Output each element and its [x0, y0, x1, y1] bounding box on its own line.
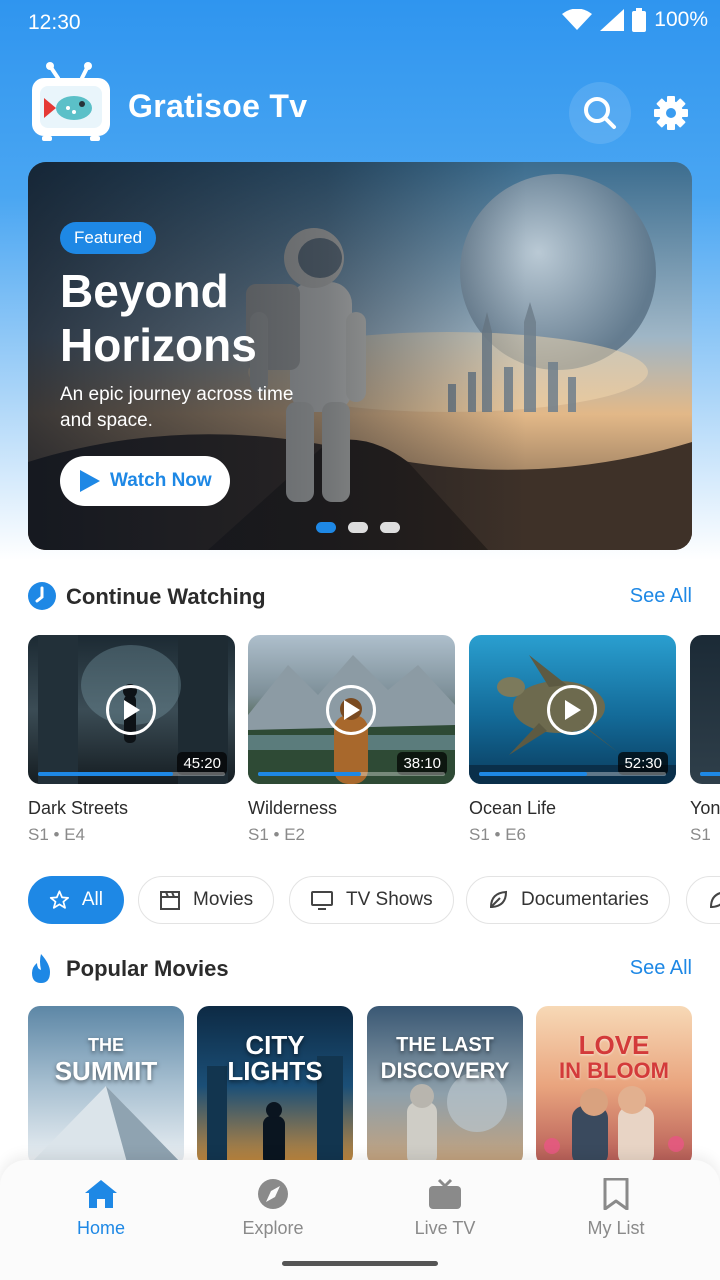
chip-label: TV Shows [346, 889, 433, 910]
hero-description: An epic journey across time and space. [60, 384, 294, 431]
status-bar: 12:30 100% [0, 0, 720, 46]
section-title: Popular Movies [66, 956, 229, 981]
progress-bar [258, 772, 445, 776]
see-all-link[interactable]: See All [630, 585, 692, 608]
progress-bar [38, 772, 225, 776]
progress-bar [700, 772, 720, 776]
thumbnail: 45:20 [28, 635, 235, 784]
app-logo[interactable] [30, 60, 112, 142]
thumbnail: 38:10 [248, 635, 455, 784]
battery-icon [632, 8, 647, 32]
nav-label: Home [76, 1218, 125, 1238]
clock-icon [28, 582, 56, 610]
leaf-icon [489, 890, 508, 908]
poster-image [28, 1086, 184, 1166]
compass-icon [258, 1179, 288, 1209]
carousel-dot[interactable] [380, 522, 400, 533]
progress-bar [479, 772, 666, 776]
nav-label: My List [587, 1218, 645, 1238]
continue-watching-header: Continue Watching See All [28, 580, 692, 616]
poster-title: THE LAST DISCOVERY [380, 1034, 510, 1083]
episode-label: S1 • E4 [28, 825, 85, 844]
chip-movies[interactable]: Movies [138, 876, 275, 924]
continue-watching-card[interactable]: 45:20 Dark Streets S1 • E4 [28, 635, 235, 845]
app-title: Gratisoe Tv [128, 88, 308, 124]
star-icon [49, 890, 70, 909]
show-title: Dark Streets [28, 798, 129, 818]
chip-all[interactable]: All [28, 876, 124, 924]
poster-title: THE SUMMIT [54, 1035, 158, 1086]
play-icon [124, 700, 140, 720]
chip-documentaries[interactable]: Documentaries [466, 876, 670, 924]
play-icon [80, 470, 100, 492]
home-icon [85, 1180, 117, 1208]
nav-my-list[interactable]: My List [556, 1178, 676, 1239]
tv-icon [311, 891, 333, 910]
show-title: Yon [690, 798, 720, 818]
gear-icon [654, 96, 688, 130]
continue-watching-list[interactable]: 45:20 Dark Streets S1 • E4 38:10 Wildern… [28, 635, 720, 850]
clapperboard-icon [160, 891, 180, 910]
poster-image [407, 1072, 507, 1166]
chip-label: Movies [193, 889, 254, 910]
tv-icon [429, 1178, 461, 1209]
carousel-dot[interactable] [316, 522, 336, 533]
battery-level: 100% [654, 8, 708, 31]
chip-more[interactable] [686, 876, 720, 924]
play-button[interactable] [547, 685, 597, 735]
nav-explore[interactable]: Explore [213, 1178, 333, 1239]
nav-label: Explore [242, 1218, 304, 1238]
episode-label: S1 [690, 825, 711, 844]
continue-watching-card[interactable]: 38:10 Wilderness S1 • E2 [248, 635, 455, 845]
wifi-icon [562, 9, 593, 30]
category-filter: All Movies TV Shows Documentaries [28, 876, 720, 926]
episode-label: S1 • E2 [248, 825, 305, 844]
bookmark-icon [603, 1178, 629, 1210]
settings-button[interactable] [640, 82, 702, 144]
nav-live-tv[interactable]: Live TV [385, 1178, 505, 1239]
hero-title: Beyond Horizons [60, 265, 257, 371]
search-button[interactable] [569, 82, 631, 144]
show-title: Ocean Life [469, 798, 557, 818]
chip-tv-shows[interactable]: TV Shows [289, 876, 454, 924]
movie-poster[interactable]: LOVE IN BLOOM [536, 1006, 692, 1166]
status-time: 12:30 [28, 11, 81, 34]
episode-label: S1 • E6 [469, 825, 526, 844]
section-title: Continue Watching [66, 584, 266, 609]
thumbnail [690, 635, 720, 784]
movie-poster[interactable]: THE SUMMIT [28, 1006, 184, 1166]
carousel-dot[interactable] [348, 522, 368, 533]
chip-label: Documentaries [521, 889, 649, 910]
poster-title: LOVE IN BLOOM [559, 1030, 669, 1083]
play-button[interactable] [326, 685, 376, 735]
leaf-icon [709, 892, 720, 908]
popular-movies-header: Popular Movies See All [28, 952, 692, 988]
movie-poster[interactable]: CITY LIGHTS [197, 1006, 353, 1166]
home-indicator[interactable] [282, 1261, 438, 1266]
poster-title: CITY LIGHTS [227, 1030, 323, 1086]
play-button[interactable] [106, 685, 156, 735]
thumbnail: 52:30 [469, 635, 676, 784]
flame-icon [32, 954, 50, 983]
featured-hero-banner[interactable]: Featured Beyond Horizons An epic journey… [28, 162, 692, 550]
popular-movies-list[interactable]: THE SUMMIT CITY LIGHTS THE LAST DISCOVER… [28, 1006, 720, 1166]
show-title: Wilderness [248, 798, 338, 818]
nav-label: Live TV [414, 1218, 476, 1238]
continue-watching-card[interactable]: Yon S1 [690, 635, 720, 845]
play-icon [344, 700, 360, 720]
signal-icon [600, 9, 625, 31]
search-icon [584, 97, 616, 129]
chip-label: All [81, 889, 103, 910]
nav-home[interactable]: Home [41, 1178, 161, 1239]
movie-poster[interactable]: THE LAST DISCOVERY [367, 1006, 523, 1166]
play-icon [565, 700, 581, 720]
app-header: Gratisoe Tv [0, 58, 720, 154]
status-indicators: 100% [562, 8, 708, 32]
featured-badge: Featured [60, 222, 157, 254]
continue-watching-card[interactable]: 52:30 Ocean Life S1 • E6 [469, 635, 676, 845]
carousel-indicator [316, 522, 400, 533]
watch-now-button[interactable]: Watch Now [60, 456, 230, 506]
see-all-link[interactable]: See All [630, 957, 692, 980]
watch-now-label: Watch Now [110, 470, 212, 491]
